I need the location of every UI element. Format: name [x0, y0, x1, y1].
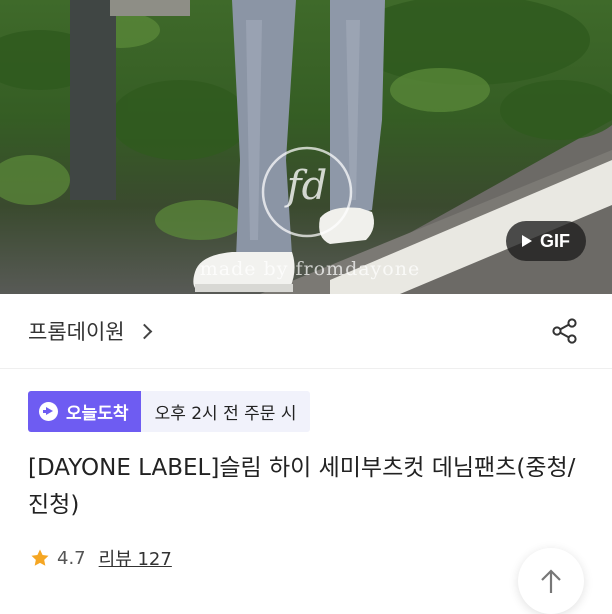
today-delivery-badge: 오늘도착	[28, 391, 141, 432]
gif-label: GIF	[540, 230, 570, 251]
star-icon	[31, 549, 49, 566]
scroll-to-top-button[interactable]	[518, 548, 584, 614]
brand-row: 프롬데이원	[0, 294, 612, 368]
divider	[0, 368, 612, 369]
delivery-note: 오후 2시 전 주문 시	[140, 391, 311, 432]
brand-link[interactable]: 프롬데이원	[28, 316, 152, 346]
share-icon[interactable]	[550, 316, 580, 346]
product-image[interactable]: fd made by fromdayone GIF	[0, 0, 612, 294]
brand-name: 프롬데이원	[28, 320, 125, 344]
rating-score: 4.7	[57, 547, 86, 569]
play-icon	[522, 235, 532, 247]
product-title: [DAYONE LABEL]슬림 하이 세미부츠컷 데님팬츠(중청/진청)	[28, 455, 576, 518]
arrow-right-circle-icon	[39, 402, 58, 421]
delivery-badges: 오늘도착 오후 2시 전 주문 시	[28, 391, 311, 432]
today-delivery-label: 오늘도착	[66, 404, 129, 424]
review-count-link[interactable]: 리뷰 127	[99, 545, 172, 571]
watermark-text: made by fromdayone	[199, 258, 421, 280]
rating-row: 4.7 리뷰 127	[30, 545, 172, 571]
arrow-up-icon	[541, 569, 561, 593]
gif-badge[interactable]: GIF	[506, 221, 586, 261]
watermark-logo: fd	[286, 163, 328, 209]
chevron-right-icon	[136, 323, 152, 340]
